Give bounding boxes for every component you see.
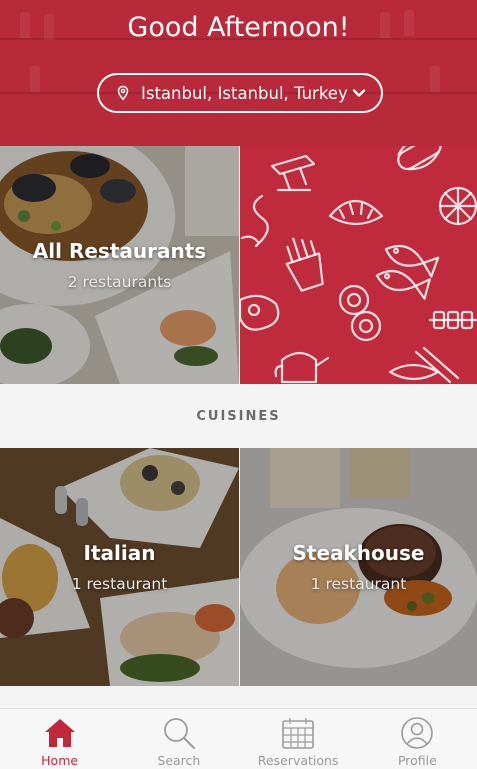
bottle-decoration <box>430 66 440 92</box>
pepper-icon <box>240 194 269 248</box>
tab-label: Home <box>41 753 79 768</box>
cart-icon <box>270 154 316 192</box>
location-label: Istanbul, Istanbul, Turkey <box>141 83 348 103</box>
cuisine-count: 1 restaurant <box>310 575 407 593</box>
teapot-icon <box>274 351 330 384</box>
cuisine-tile-steakhouse[interactable]: Steakhouse 1 restaurant <box>240 448 477 686</box>
header: Good Afternoon! Istanbul, Istanbul, Turk… <box>0 0 477 146</box>
tile-overlay <box>0 448 239 686</box>
profile-icon <box>399 715 435 751</box>
tile-count: 2 restaurants <box>67 273 172 291</box>
tab-label: Reservations <box>257 753 339 768</box>
section-label-cuisines: CUISINES <box>0 384 477 448</box>
food-pattern-tile <box>240 146 477 384</box>
home-icon <box>42 715 78 751</box>
map-pin-icon <box>115 85 131 101</box>
search-icon <box>161 715 197 751</box>
tab-home[interactable]: Home <box>0 709 119 769</box>
calendar-icon <box>280 715 316 751</box>
skewer-icon <box>428 310 477 330</box>
sushi-icon <box>338 284 382 342</box>
all-restaurants-tile[interactable]: All Restaurants 2 restaurants <box>0 146 239 384</box>
fish-icon <box>375 269 431 300</box>
bottle-decoration <box>30 66 40 92</box>
tab-reservations[interactable]: Reservations <box>239 709 358 769</box>
dumpling-icon <box>328 200 384 226</box>
tab-label: Profile <box>397 753 437 768</box>
chevron-down-icon <box>351 85 367 101</box>
fries-icon <box>285 237 324 292</box>
hotdog-icon <box>397 146 442 171</box>
tile-title: All Restaurants <box>32 239 207 263</box>
tab-search[interactable]: Search <box>119 709 238 769</box>
lemon-icon <box>438 186 477 226</box>
tile-overlay <box>240 448 477 686</box>
spacer <box>0 686 477 708</box>
food-pattern <box>240 146 477 384</box>
cuisine-count: 1 restaurant <box>71 575 168 593</box>
tile-overlay <box>0 146 239 384</box>
cuisine-tile-italian[interactable]: Italian 1 restaurant <box>0 448 239 686</box>
location-selector[interactable]: Istanbul, Istanbul, Turkey <box>97 73 383 113</box>
chopsticks-icon <box>388 346 460 384</box>
tab-profile[interactable]: Profile <box>358 709 477 769</box>
greeting-title: Good Afternoon! <box>127 12 350 43</box>
tab-label: Search <box>157 753 201 768</box>
tab-bar: Home Search Reservations Profile <box>0 708 477 769</box>
cuisine-name: Steakhouse <box>292 541 425 565</box>
steak-icon <box>240 294 280 331</box>
cuisine-name: Italian <box>83 541 156 565</box>
